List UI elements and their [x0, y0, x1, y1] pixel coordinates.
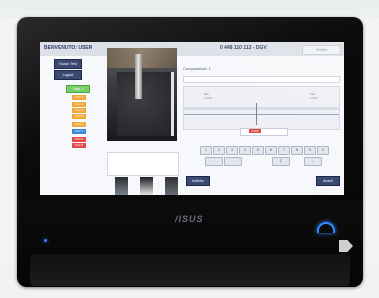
keypad-key[interactable]: 4: [239, 146, 251, 155]
keypad-key[interactable]: 1: [200, 146, 212, 155]
keypad-key[interactable]: 0: [317, 146, 329, 155]
photo-granite-block: [117, 72, 174, 136]
keypad-key[interactable]: 8: [291, 146, 303, 155]
keypad-key[interactable]: ·: [224, 157, 242, 166]
gauge-min-label: Min 1.000: [204, 92, 212, 100]
test-step-item[interactable]: Test 3: [72, 102, 86, 107]
touch-screen: BENVENUTO: USER 0 448 110 113 - DGV Fisi…: [40, 42, 344, 195]
test-step-item[interactable]: Test 2: [72, 95, 86, 100]
thumbnail-3[interactable]: [165, 177, 178, 195]
next-button[interactable]: Avanti: [316, 176, 340, 186]
thumbnail-1[interactable]: [115, 177, 128, 195]
keypad-key[interactable]: 9: [304, 146, 316, 155]
gauge-band: [184, 107, 339, 110]
monitor-stand: [30, 254, 350, 286]
test-step-item[interactable]: Test 6: [72, 122, 86, 127]
touch-sensor-icon[interactable]: [317, 222, 335, 233]
power-led-icon: [44, 239, 47, 242]
part-code-title: 0 448 110 113 - DGV: [220, 45, 267, 51]
welcome-user-label: BENVENUTO: USER: [44, 45, 93, 51]
keypad-key[interactable]: 7: [278, 146, 290, 155]
measured-value: 0.000: [249, 129, 261, 133]
keypad-key[interactable]: 3: [226, 146, 238, 155]
gauge-scale-line: [184, 114, 339, 115]
photo-spindle: [135, 54, 142, 99]
keypad-key[interactable]: 5: [252, 146, 264, 155]
comparator-top-field[interactable]: [183, 76, 340, 83]
keypad-key[interactable]: -: [205, 157, 223, 166]
logout-button[interactable]: Logout: [54, 70, 82, 80]
measured-value-field[interactable]: [240, 128, 288, 136]
keypad-key[interactable]: ←: [304, 157, 322, 166]
machine-photo: [107, 48, 177, 141]
comparator-label: Comparatore: 1: [183, 66, 211, 71]
comparator-gauge: Min 1.000 Max 1.000: [183, 86, 340, 130]
background-wall: [0, 0, 379, 18]
test-step-item[interactable]: Test 7: [72, 129, 86, 134]
current-test-badge[interactable]: Test 1: [66, 85, 90, 93]
gauge-max-label: Max 1.000: [310, 92, 318, 100]
test-step-item[interactable]: Test 9: [72, 143, 86, 148]
brand-logo: /ISUS: [175, 214, 204, 224]
back-button[interactable]: Indietro: [186, 176, 210, 186]
preview-panel: [107, 152, 179, 176]
keypad-key[interactable]: 2: [213, 146, 225, 155]
keypad-key[interactable]: C: [272, 157, 290, 166]
test-step-item[interactable]: Test 4: [72, 108, 86, 113]
test-step-item[interactable]: Test 8: [72, 137, 86, 142]
keypad-key[interactable]: 6: [265, 146, 277, 155]
header-action-button[interactable]: Fisible: [302, 45, 341, 55]
photo-wood-background: [107, 48, 177, 68]
test-step-item[interactable]: Test 5: [72, 114, 86, 119]
thumbnail-2[interactable]: [140, 177, 153, 195]
gauge-needle: [256, 103, 257, 125]
new-test-button[interactable]: Nuovo Test: [54, 59, 82, 69]
